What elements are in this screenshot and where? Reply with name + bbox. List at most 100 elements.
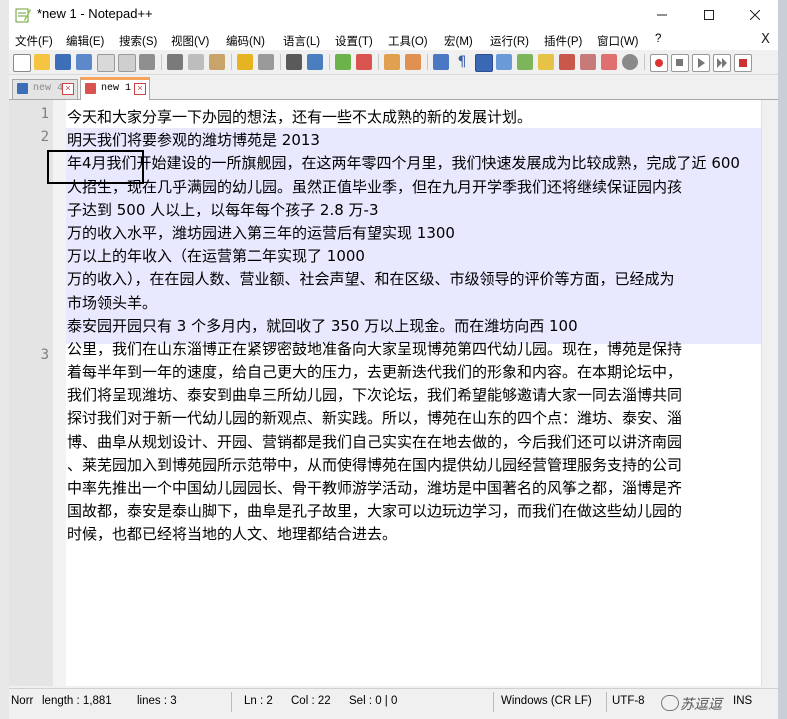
status-column: Col : 22 [291, 695, 331, 707]
tab-label: new 4 [33, 83, 64, 94]
show-all-characters-icon[interactable]: ¶ [454, 54, 470, 70]
menu-view[interactable]: 视图(V) [171, 33, 209, 49]
word-wrap-icon[interactable] [433, 54, 449, 70]
save-icon[interactable] [55, 54, 71, 70]
status-doc-type: Norr [11, 695, 34, 707]
status-separator [606, 692, 607, 712]
find-icon[interactable] [286, 54, 302, 70]
maximize-button[interactable] [686, 0, 732, 30]
tab-label: new 1 [101, 83, 132, 94]
tab-bar: new 4 × new 1 × [9, 75, 778, 102]
toolbar-separator [427, 54, 428, 70]
text-line: 探讨我们对于新一代幼儿园的新观点、新实践。所以，博苑在山东的四个点：潍坊、泰安、… [67, 409, 683, 428]
toolbar-separator [231, 54, 232, 70]
status-length: length : 1,881 [42, 695, 112, 707]
menu-window[interactable]: 窗口(W) [597, 33, 639, 49]
folder-workspace-icon[interactable] [559, 54, 575, 70]
function-list-icon[interactable] [538, 54, 554, 70]
fold-margin[interactable] [53, 100, 66, 686]
text-line: 、莱芜园加入到博苑园所示范带中，从而使得博苑在国内提供幼儿园经营管理服务支持的公… [67, 455, 683, 474]
paste-icon[interactable] [209, 54, 225, 70]
text-line: 子达到 500 人以上，以每年每个孩子 2.8 万-3 [67, 200, 379, 219]
close-document-icon[interactable]: X [761, 32, 770, 47]
status-insert-mode: INS [733, 695, 753, 707]
window-title: *new 1 - Notepad++ [37, 6, 153, 21]
status-separator [231, 692, 232, 712]
status-encoding: UTF-8 [612, 695, 645, 707]
wechat-icon [661, 695, 679, 711]
menu-settings[interactable]: 设置(T) [335, 33, 373, 49]
status-lines: lines : 3 [137, 695, 177, 707]
text-line: 中率先推出一个中国幼儿园园长、骨干教师游学活动，潍坊是中国著名的风筝之都，淄博是… [67, 479, 683, 498]
menu-edit[interactable]: 编辑(E) [66, 33, 104, 49]
new-file-icon[interactable] [13, 54, 31, 72]
menu-encoding[interactable]: 编码(N) [226, 33, 265, 49]
minimize-button[interactable] [639, 0, 685, 30]
text-line: 市场领头羊。 [67, 293, 158, 312]
menu-tools[interactable]: 工具(O) [388, 33, 428, 49]
open-file-icon[interactable] [34, 54, 50, 70]
close-button[interactable] [732, 0, 778, 30]
replace-icon[interactable] [307, 54, 323, 70]
user-language-icon[interactable] [496, 54, 512, 70]
menu-file[interactable]: 文件(F) [15, 33, 53, 49]
menu-language[interactable]: 语言(L) [283, 33, 320, 49]
editor-area[interactable]: 1 2 3 今天和大家分享一下办园的想法，还有一些不太成熟的新的发展计划。 明天… [9, 100, 778, 686]
text-content[interactable]: 今天和大家分享一下办园的想法，还有一些不太成熟的新的发展计划。 明天我们将要参观… [67, 106, 761, 547]
tab-new-4[interactable]: new 4 × [12, 79, 78, 99]
text-line: 万的收入水平，潍坊园进入第三年的运营后有望实现 1300 [67, 223, 455, 242]
menu-run[interactable]: 运行(R) [490, 33, 529, 49]
text-line: 今天和大家分享一下办园的想法，还有一些不太成熟的新的发展计划。 [67, 108, 533, 126]
text-line: 博、曲阜从规划设计、开园、营销都是我们自己实实在在地去做的，今后我们还可以讲济南… [67, 432, 683, 451]
toolbar-separator [329, 54, 330, 70]
watermark: 苏逗逗 [680, 697, 722, 713]
text-line: 我们将呈现潍坊、泰安到曲阜三所幼儿园，下次论坛，我们希望能够邀请大家一同去淄博共… [67, 386, 683, 405]
save-all-icon[interactable] [76, 54, 92, 70]
monitoring-icon[interactable] [580, 54, 596, 70]
zoom-in-icon[interactable] [335, 54, 351, 70]
cut-icon[interactable] [167, 54, 183, 70]
sync-horizontal-icon[interactable] [405, 54, 421, 70]
line-number: 3 [40, 347, 49, 363]
sync-vertical-icon[interactable] [384, 54, 400, 70]
text-line: 万以上的年收入（在运营第二年实现了 1000 [67, 247, 365, 266]
text-line: 人招生，现在几乎满园的幼儿园。虽然正值毕业季，但在九月开学季我们还将继续保证园内… [67, 177, 683, 196]
notepadpp-app-icon [15, 8, 31, 23]
stop-macro-icon[interactable] [671, 54, 689, 72]
tab-new-1[interactable]: new 1 × [80, 77, 150, 102]
zoom-out-icon[interactable] [356, 54, 372, 70]
play-macro-icon[interactable] [692, 54, 710, 72]
toolbar-separator [161, 54, 162, 70]
saved-file-icon [17, 83, 28, 94]
maximize-icon [704, 10, 714, 20]
print-icon[interactable] [139, 54, 155, 70]
close-all-icon[interactable] [118, 54, 136, 72]
menu-plugins[interactable]: 插件(P) [544, 33, 582, 49]
undo-icon[interactable] [237, 54, 253, 70]
status-separator [493, 692, 494, 712]
indent-guide-icon[interactable] [475, 54, 493, 72]
text-line: 着每半年到一年的速度，给自己更大的压力，去更新迭代我们的形象和内容。在本期论坛中… [67, 363, 683, 382]
close-tab-icon[interactable]: × [62, 83, 74, 95]
document-map-icon[interactable] [517, 54, 533, 70]
menu-search[interactable]: 搜索(S) [119, 33, 157, 49]
redo-icon[interactable] [258, 54, 274, 70]
run-macro-multiple-icon[interactable] [713, 54, 731, 72]
menu-help[interactable]: ? [655, 33, 661, 45]
close-file-icon[interactable] [97, 54, 115, 72]
status-eol: Windows (CR LF) [501, 695, 592, 707]
copy-icon[interactable] [188, 54, 204, 70]
save-macro-icon[interactable] [734, 54, 752, 72]
line-number: 2 [40, 129, 49, 145]
vertical-scrollbar[interactable] [761, 100, 778, 686]
settings-icon[interactable] [622, 54, 638, 70]
record-macro-icon[interactable] [650, 54, 668, 72]
text-line: 国故都，泰安是泰山脚下，曲阜是孔子故里，大家可以边玩边学习，而我们在做这些幼儿园… [67, 502, 683, 521]
text-line: 时候，也都已经将当地的人文、地理都结合进去。 [67, 525, 398, 544]
status-bar: Norr length : 1,881 lines : 3 Ln : 2 Col… [9, 688, 778, 719]
text-line: 明天我们将要参观的潍坊博苑是 2013 [67, 131, 320, 150]
unsaved-file-icon [85, 83, 96, 94]
menu-macro[interactable]: 宏(M) [444, 33, 473, 49]
close-tab-icon[interactable]: × [134, 83, 146, 95]
bookmark-icon[interactable] [601, 54, 617, 70]
